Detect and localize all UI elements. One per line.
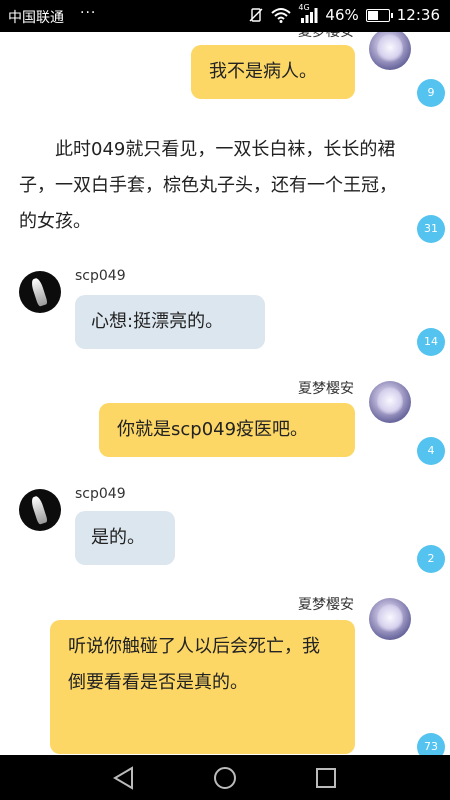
back-triangle-icon[interactable] <box>111 765 137 791</box>
battery-percent: 46% <box>325 6 359 24</box>
avatar[interactable] <box>19 489 61 531</box>
avatar[interactable] <box>369 32 411 70</box>
message-bubble[interactable]: 我不是病人。 <box>191 45 355 99</box>
sender-name: 夏梦樱安 <box>298 597 354 613</box>
sender-name: 夏梦樱安 <box>298 381 354 397</box>
reply-count-badge[interactable]: 73 <box>417 733 445 755</box>
battery-icon <box>365 8 393 22</box>
navigation-bar <box>0 755 450 800</box>
avatar[interactable] <box>369 598 411 640</box>
home-circle-icon[interactable] <box>212 765 238 791</box>
reply-count-badge[interactable]: 4 <box>417 437 445 465</box>
sender-name: scp049 <box>75 486 126 502</box>
clock: 12:36 <box>396 6 440 24</box>
message-bubble[interactable]: 你就是scp049疫医吧。 <box>99 403 355 457</box>
reply-count-badge[interactable]: 2 <box>417 545 445 573</box>
reply-count-badge[interactable]: 31 <box>417 215 445 243</box>
recent-square-icon[interactable] <box>313 765 339 791</box>
more-notifications-icon: ··· <box>80 5 97 21</box>
message-bubble[interactable]: 是的。 <box>75 511 175 565</box>
signal-icon: 4G <box>298 3 318 23</box>
reply-count-badge[interactable]: 9 <box>417 79 445 107</box>
narration-text: 此时049就只看见，一双长白袜，长长的裙子，一双白手套，棕色丸子头，还有一个王冠… <box>19 139 397 232</box>
chat-area[interactable]: 夏梦樱安 我不是病人。 9 此时049就只看见，一双长白袜，长长的裙子，一双白手… <box>0 32 450 755</box>
vibrate-off-icon <box>249 8 263 22</box>
avatar[interactable] <box>19 271 61 313</box>
sender-name: 夏梦樱安 <box>298 32 354 40</box>
status-icons: 4G 46% 12:36 <box>248 3 440 24</box>
wifi-icon <box>271 8 292 23</box>
sender-name: scp049 <box>75 268 126 284</box>
message-bubble[interactable]: 心想:挺漂亮的。 <box>75 295 265 349</box>
carrier-label: 中国联通 <box>8 10 64 26</box>
message-bubble[interactable]: 听说你触碰了人以后会死亡，我倒要看看是否是真的。 <box>50 620 355 754</box>
status-bar: 中国联通 ··· 4G 46% 12:36 <box>0 0 450 32</box>
reply-count-badge[interactable]: 14 <box>417 328 445 356</box>
avatar[interactable] <box>369 381 411 423</box>
